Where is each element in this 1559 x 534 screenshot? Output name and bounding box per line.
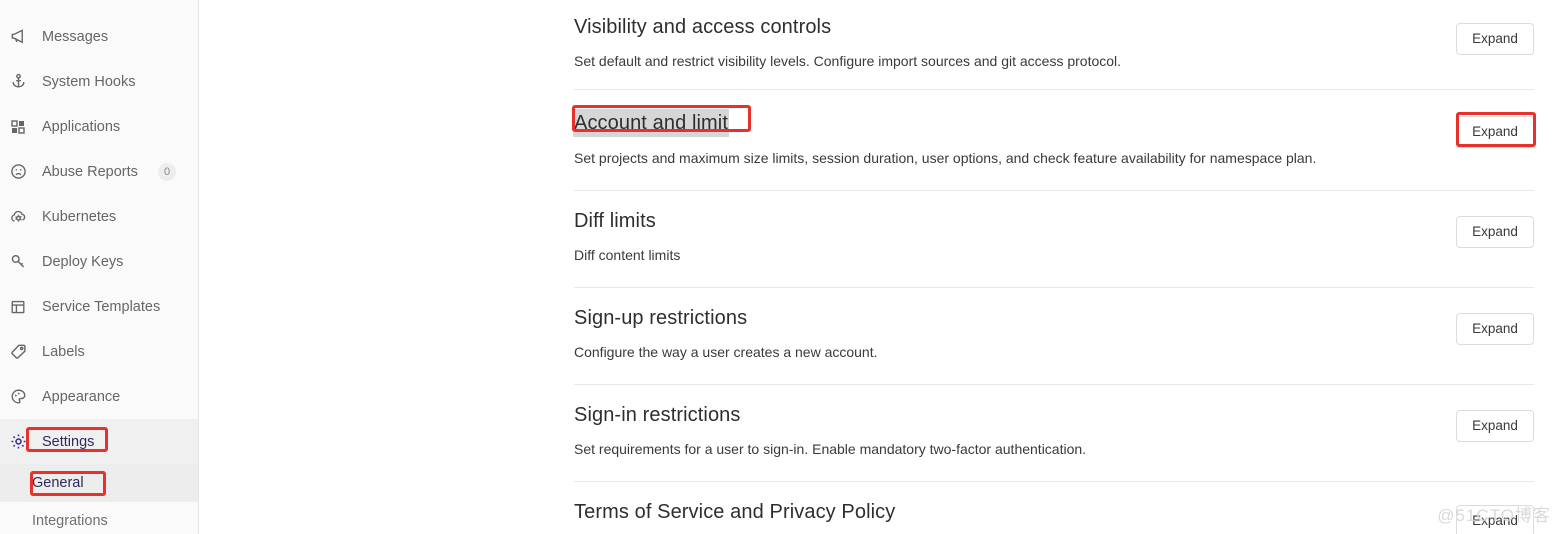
sidebar-item-settings[interactable]: Settings [0, 419, 198, 464]
sidebar-item-messages[interactable]: Messages [0, 14, 198, 59]
section-title: Terms of Service and Privacy Policy [574, 501, 896, 523]
sidebar-item-label: Labels [42, 343, 85, 360]
section-description: Configure the way a user creates a new a… [574, 344, 878, 360]
sidebar-item-label: Applications [42, 118, 121, 135]
sidebar-item-labels[interactable]: Labels [0, 329, 198, 374]
sidebar-subitem-label: Integrations [32, 513, 108, 529]
expand-button[interactable]: Expand [1456, 410, 1534, 442]
section-sign-up-restrictions: Sign-up restrictions Configure the way a… [574, 288, 1534, 385]
expand-button[interactable]: Expand [1456, 23, 1534, 55]
section-title: Sign-in restrictions [574, 404, 741, 426]
expand-button[interactable]: Expand [1456, 216, 1534, 248]
tag-icon [10, 342, 34, 362]
sidebar-item-applications[interactable]: Applications [0, 104, 198, 149]
cloud-gear-icon [10, 207, 34, 227]
grid-apps-icon [10, 117, 34, 137]
main-content: Visibility and access controls Set defau… [199, 0, 1559, 534]
sidebar-subitem-label: General [32, 475, 84, 491]
section-sign-in-restrictions: Sign-in restrictions Set requirements fo… [574, 385, 1534, 482]
section-visibility-and-access-controls: Visibility and access controls Set defau… [574, 0, 1534, 90]
template-icon [10, 297, 34, 317]
sidebar-item-service-templates[interactable]: Service Templates [0, 284, 198, 329]
sidebar-item-label: Messages [42, 28, 109, 45]
settings-sections-list: Visibility and access controls Set defau… [572, 0, 1536, 534]
anchor-icon [10, 72, 34, 92]
section-description: Set requirements for a user to sign-in. … [574, 441, 1087, 457]
sidebar-item-label: Service Templates [42, 298, 161, 315]
section-description: Set projects and maximum size limits, se… [574, 150, 1317, 166]
watermark: @51CTO博客 [1437, 506, 1551, 525]
sad-face-icon [10, 162, 34, 182]
settings-page: Messages System Hooks Applications Abuse… [0, 0, 1559, 534]
sidebar-item-label: Deploy Keys [42, 253, 124, 270]
section-title: Account and limit [573, 109, 729, 137]
settings-submenu: General Integrations [0, 464, 198, 534]
key-icon [10, 252, 34, 272]
status-badge: 0 [158, 162, 176, 181]
section-description: Diff content limits [574, 247, 681, 263]
sidebar-item-kubernetes[interactable]: Kubernetes [0, 194, 198, 239]
sidebar-item-appearance[interactable]: Appearance [0, 374, 198, 419]
sidebar-item-abuse-reports[interactable]: Abuse Reports 0 [0, 149, 198, 194]
sidebar-item-label: System Hooks [42, 73, 136, 90]
section-diff-limits: Diff limits Diff content limits Expand [574, 191, 1534, 288]
admin-sidebar: Messages System Hooks Applications Abuse… [0, 0, 199, 534]
sidebar-item-general[interactable]: General [0, 464, 198, 502]
gear-icon [10, 432, 34, 452]
section-terms-of-service-and-privacy-policy: Terms of Service and Privacy Policy Expa… [574, 482, 1534, 534]
sidebar-item-label: Appearance [42, 388, 121, 405]
palette-icon [10, 387, 34, 407]
section-description: Set default and restrict visibility leve… [574, 53, 1122, 69]
sidebar-item-system-hooks[interactable]: System Hooks [0, 59, 198, 104]
expand-button[interactable]: Expand [1456, 116, 1534, 148]
expand-button[interactable]: Expand [1456, 313, 1534, 345]
section-title: Sign-up restrictions [574, 307, 748, 329]
sidebar-item-integrations[interactable]: Integrations [0, 502, 198, 534]
section-title: Visibility and access controls [574, 16, 832, 38]
sidebar-item-deploy-keys[interactable]: Deploy Keys [0, 239, 198, 284]
section-account-and-limit: Account and limit Set projects and maxim… [572, 90, 1536, 191]
sidebar-item-label: Abuse Reports [42, 163, 138, 180]
section-title: Diff limits [574, 210, 656, 232]
sidebar-item-label: Kubernetes [42, 208, 117, 225]
sidebar-item-label: Settings [42, 433, 95, 450]
sidebar-nav-list: Messages System Hooks Applications Abuse… [0, 0, 198, 464]
megaphone-icon [10, 27, 34, 47]
